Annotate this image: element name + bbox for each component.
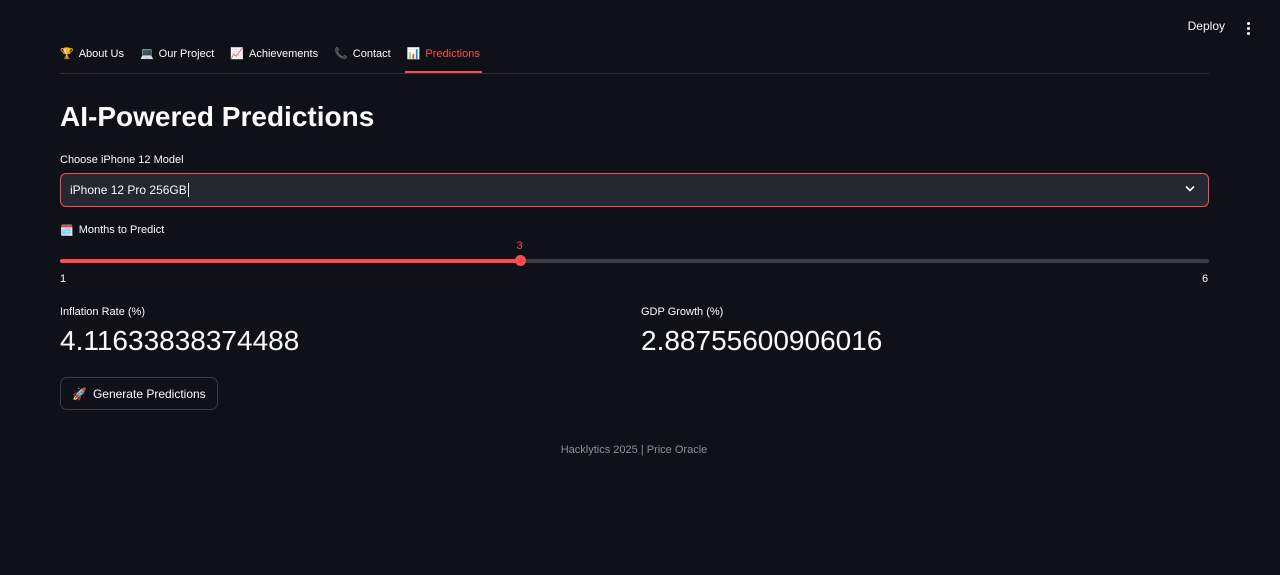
gdp-growth-label: GDP Growth (%): [641, 306, 724, 318]
tab-label: Achievements: [249, 48, 319, 60]
tab-about-us[interactable]: 🏆 About Us: [60, 44, 124, 68]
chart-up-icon: 📈: [230, 48, 244, 60]
model-select[interactable]: iPhone 12 Pro 256GB: [60, 173, 1209, 207]
calendar-icon: 🗓️: [60, 225, 74, 237]
deploy-button[interactable]: Deploy: [1188, 19, 1225, 33]
phone-icon: 📞: [334, 48, 348, 60]
tab-our-project[interactable]: 💻 Our Project: [140, 44, 214, 68]
bar-chart-icon: 📊: [406, 48, 421, 60]
tab-predictions[interactable]: 📊 Predictions: [404, 44, 482, 73]
chevron-down-icon[interactable]: [1185, 184, 1195, 194]
months-slider-label-text: Months to Predict: [78, 224, 165, 236]
tab-label: Our Project: [158, 48, 215, 60]
footer-text: Hacklytics 2025 | Price Oracle: [560, 444, 708, 456]
text-cursor: [187, 183, 189, 197]
months-slider-thumb[interactable]: [514, 255, 526, 266]
months-slider-fill: [60, 259, 520, 263]
model-select-value: iPhone 12 Pro 256GB: [70, 183, 187, 197]
trophy-icon: 🏆: [60, 48, 74, 60]
gdp-growth-value: 2.88755600906016: [641, 325, 883, 356]
generate-predictions-button[interactable]: 🚀 Generate Predictions: [60, 377, 218, 410]
page-title: AI-Powered Predictions: [60, 101, 375, 132]
kebab-menu-icon[interactable]: [1240, 19, 1256, 37]
laptop-icon: 💻: [139, 48, 154, 60]
months-slider-track[interactable]: [60, 259, 1209, 263]
rocket-icon: 🚀: [72, 386, 87, 401]
inflation-rate-value: 4.11633838374488: [60, 325, 300, 356]
tab-label: About Us: [78, 48, 124, 60]
months-slider-label: 🗓️ Months to Predict: [60, 224, 164, 237]
tab-label: Predictions: [425, 48, 480, 60]
slider-max-label: 6: [1202, 273, 1209, 285]
tab-achievements[interactable]: 📈 Achievements: [230, 44, 318, 68]
model-select-label: Choose iPhone 12 Model: [60, 154, 184, 166]
tab-label: Contact: [352, 48, 391, 60]
tab-contact[interactable]: 📞 Contact: [334, 44, 391, 68]
slider-current-value: 3: [516, 240, 523, 252]
generate-predictions-label: Generate Predictions: [92, 386, 206, 401]
tab-bar: 🏆 About Us 💻 Our Project 📈 Achievements …: [60, 44, 1209, 74]
slider-min-label: 1: [60, 273, 67, 285]
inflation-rate-label: Inflation Rate (%): [60, 306, 145, 318]
